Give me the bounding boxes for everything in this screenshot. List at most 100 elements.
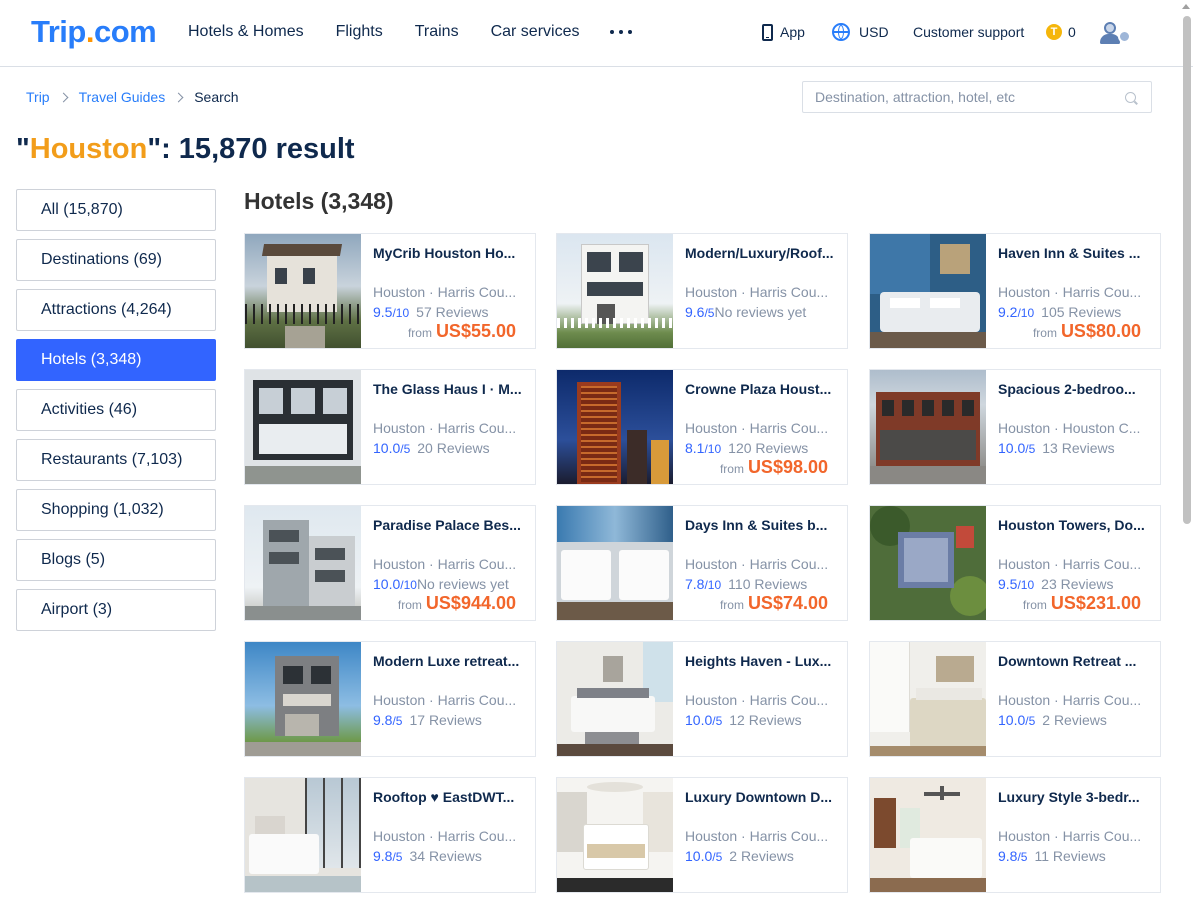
hotel-card[interactable]: Houston Towers, Do... Houston · Harris Co… bbox=[869, 505, 1161, 621]
rating-score: 9.8 bbox=[998, 848, 1018, 864]
hotel-location: Houston · Harris Cou... bbox=[685, 556, 829, 572]
hotel-name[interactable]: Paradise Palace Bes... bbox=[373, 516, 528, 534]
more-menu-icon[interactable] bbox=[610, 22, 632, 42]
hotel-location: Houston · Harris Cou... bbox=[998, 556, 1142, 572]
search-icon[interactable] bbox=[1125, 92, 1136, 103]
price-from-label: from bbox=[1022, 598, 1047, 612]
trip-logo[interactable]: Trip.com bbox=[31, 14, 157, 50]
hotel-card[interactable]: Spacious 2-bedroo... Houston · Houston C.… bbox=[869, 369, 1161, 485]
hotel-photo[interactable] bbox=[870, 506, 986, 620]
app-download-link[interactable]: App bbox=[762, 22, 805, 42]
hotel-photo[interactable] bbox=[870, 370, 986, 484]
review-count: 2 Reviews bbox=[729, 848, 794, 864]
search-input[interactable] bbox=[815, 89, 1115, 105]
hotel-photo[interactable] bbox=[245, 778, 361, 892]
hotel-name[interactable]: Modern Luxe retreat... bbox=[373, 652, 528, 670]
category-blogs[interactable]: Blogs (5) bbox=[16, 539, 216, 581]
hotel-card[interactable]: Luxury Style 3-bedr... Houston · Harris C… bbox=[869, 777, 1161, 893]
user-avatar[interactable] bbox=[1100, 20, 1132, 46]
hotel-card[interactable]: Days Inn & Suites b... Houston · Harris C… bbox=[556, 505, 848, 621]
hotel-photo[interactable] bbox=[557, 506, 673, 620]
trip-coins[interactable]: T 0 bbox=[1046, 22, 1076, 42]
hotel-name[interactable]: Modern/Luxury/Roof... bbox=[685, 244, 840, 262]
nav-hotels-homes[interactable]: Hotels & Homes bbox=[188, 22, 304, 42]
hotel-card[interactable]: Luxury Downtown D... Houston · Harris Cou… bbox=[556, 777, 848, 893]
hotel-price: from US$231.00 bbox=[1023, 592, 1141, 616]
category-activities[interactable]: Activities (46) bbox=[16, 389, 216, 431]
review-count: 23 Reviews bbox=[1041, 576, 1114, 592]
rating-score: 10.0 bbox=[373, 576, 401, 592]
hotel-photo[interactable] bbox=[870, 778, 986, 892]
nav-car-services[interactable]: Car services bbox=[491, 22, 580, 42]
hotel-photo[interactable] bbox=[245, 642, 361, 756]
hotel-location: Houston · Harris Cou... bbox=[685, 692, 829, 708]
hotel-photo[interactable] bbox=[245, 370, 361, 484]
hotel-price: from US$74.00 bbox=[720, 592, 828, 616]
hotel-location: Houston · Harris Cou... bbox=[373, 420, 517, 436]
hotel-card[interactable]: Crowne Plaza Houst... Houston · Harris Co… bbox=[556, 369, 848, 485]
hotel-name[interactable]: Houston Towers, Do... bbox=[998, 516, 1153, 534]
hotel-photo[interactable] bbox=[245, 234, 361, 348]
hotel-card[interactable]: Rooftop ♥ EastDWT... Houston · Harris Cou… bbox=[244, 777, 536, 893]
hotel-photo[interactable] bbox=[557, 642, 673, 756]
rating-scale: /5 bbox=[704, 306, 715, 320]
hotel-card[interactable]: Haven Inn & Suites ... Houston · Harris C… bbox=[869, 233, 1161, 349]
hotel-card[interactable]: Modern Luxe retreat... Houston · Harris C… bbox=[244, 641, 536, 757]
category-restaurants[interactable]: Restaurants (7,103) bbox=[16, 439, 216, 481]
hotel-photo[interactable] bbox=[245, 506, 361, 620]
review-count: 120 Reviews bbox=[728, 440, 809, 456]
rating-scale: /5 bbox=[400, 442, 411, 456]
category-airport[interactable]: Airport (3) bbox=[16, 589, 216, 631]
scroll-up-arrow-icon[interactable] bbox=[1182, 4, 1190, 9]
rating-score: 9.5 bbox=[998, 576, 1018, 592]
review-count: 11 Reviews bbox=[1034, 848, 1106, 864]
hotel-name[interactable]: Haven Inn & Suites ... bbox=[998, 244, 1153, 262]
rating-scale: /10 bbox=[704, 442, 722, 456]
hotel-name[interactable]: Luxury Downtown D... bbox=[685, 788, 840, 806]
scrollbar-thumb[interactable] bbox=[1183, 16, 1191, 524]
hotel-card[interactable]: Heights Haven - Lux... Houston · Harris C… bbox=[556, 641, 848, 757]
review-count: 12 Reviews bbox=[729, 712, 802, 728]
hotel-photo[interactable] bbox=[870, 234, 986, 348]
category-destinations[interactable]: Destinations (69) bbox=[16, 239, 216, 281]
hotel-name[interactable]: Crowne Plaza Houst... bbox=[685, 380, 840, 398]
category-shopping[interactable]: Shopping (1,032) bbox=[16, 489, 216, 531]
breadcrumb-travel-guides[interactable]: Travel Guides bbox=[79, 88, 166, 106]
rating-scale: /10 bbox=[392, 306, 410, 320]
hotel-name[interactable]: Days Inn & Suites b... bbox=[685, 516, 840, 534]
hotel-card[interactable]: Modern/Luxury/Roof... Houston · Harris Co… bbox=[556, 233, 848, 349]
hotel-name[interactable]: Rooftop ♥ EastDWT... bbox=[373, 788, 528, 806]
hotel-name[interactable]: Downtown Retreat ... bbox=[998, 652, 1153, 670]
hotel-photo[interactable] bbox=[557, 778, 673, 892]
hotel-photo[interactable] bbox=[557, 370, 673, 484]
hotel-card[interactable]: The Glass Haus I · M... Houston · Harris … bbox=[244, 369, 536, 485]
hotel-photo[interactable] bbox=[557, 234, 673, 348]
category-all[interactable]: All (15,870) bbox=[16, 189, 216, 231]
hotel-location: Houston · Harris Cou... bbox=[685, 284, 829, 300]
currency-selector[interactable]: USD bbox=[832, 22, 889, 42]
rating-scale: /5 bbox=[1025, 714, 1036, 728]
hotel-card[interactable]: MyCrib Houston Ho... Houston · Harris Cou… bbox=[244, 233, 536, 349]
category-attractions[interactable]: Attractions (4,264) bbox=[16, 289, 216, 331]
hotel-name[interactable]: Heights Haven - Lux... bbox=[685, 652, 840, 670]
hotel-card[interactable]: Downtown Retreat ... Houston · Harris Cou… bbox=[869, 641, 1161, 757]
price-from-label: from bbox=[397, 598, 422, 612]
rating-score: 10.0 bbox=[998, 440, 1026, 456]
hotel-name[interactable]: The Glass Haus I · M... bbox=[373, 380, 528, 398]
rating-scale: /10 bbox=[1017, 306, 1035, 320]
hotel-name[interactable]: MyCrib Houston Ho... bbox=[373, 244, 528, 262]
hotel-card[interactable]: Paradise Palace Bes... Houston · Harris C… bbox=[244, 505, 536, 621]
search-box bbox=[802, 81, 1152, 113]
globe-icon bbox=[832, 23, 850, 41]
hotel-name[interactable]: Luxury Style 3-bedr... bbox=[998, 788, 1153, 806]
hotel-photo[interactable] bbox=[870, 642, 986, 756]
breadcrumb-trip[interactable]: Trip bbox=[26, 88, 50, 106]
nav-trains[interactable]: Trains bbox=[415, 22, 459, 42]
hotel-price: from US$55.00 bbox=[408, 320, 516, 344]
rating-scale: /5 bbox=[1025, 442, 1036, 456]
nav-flights[interactable]: Flights bbox=[336, 22, 383, 42]
rating-scale: /5 bbox=[392, 850, 403, 864]
customer-support-link[interactable]: Customer support bbox=[913, 22, 1024, 42]
category-hotels[interactable]: Hotels (3,348) bbox=[16, 339, 216, 381]
hotel-name[interactable]: Spacious 2-bedroo... bbox=[998, 380, 1153, 398]
